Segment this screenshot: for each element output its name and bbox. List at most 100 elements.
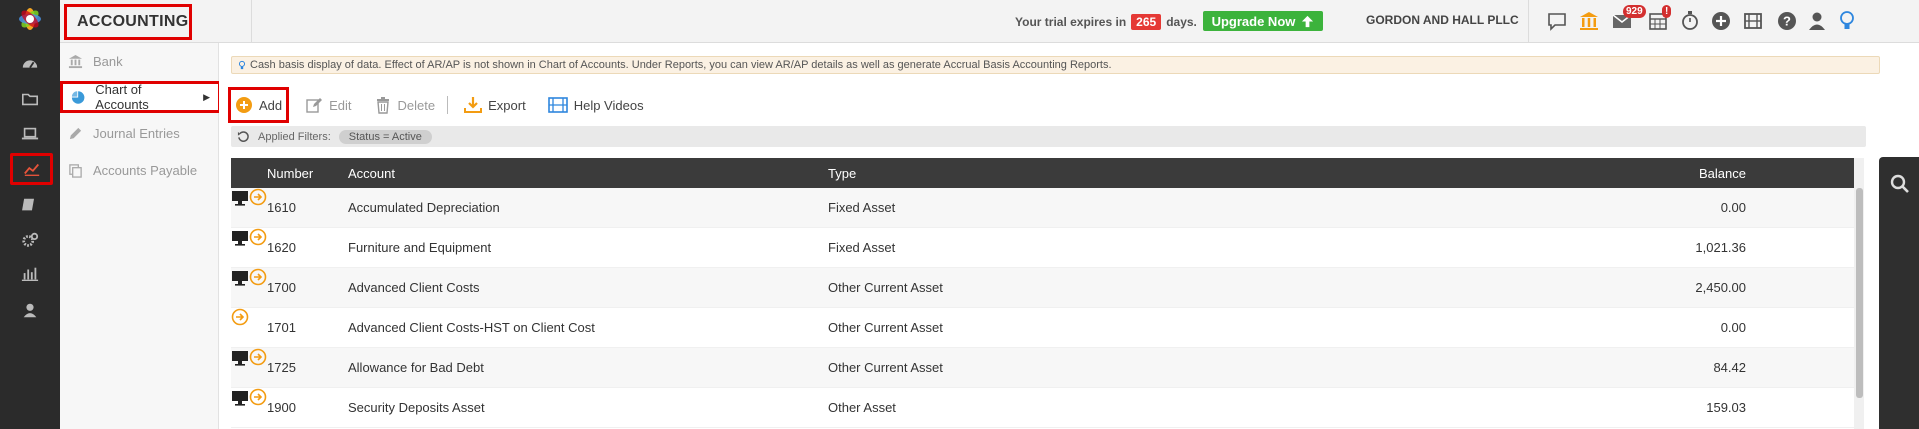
filter-chip-status[interactable]: Status = Active [338,129,432,144]
subnav-item-journal-entries[interactable]: Journal Entries [60,118,219,148]
cell-account: Advanced Client Costs [348,280,480,295]
folder-icon[interactable] [17,87,43,111]
dashboard-icon[interactable] [17,52,43,76]
add-button[interactable]: Add [228,87,290,123]
column-header-type[interactable]: Type [828,166,856,181]
caret-right-icon: ▶ [203,91,210,102]
subnav-label: Chart of Accounts [95,82,149,112]
edit-button[interactable]: Edit [299,89,357,121]
bank-icon[interactable] [1576,9,1602,33]
top-header: ACCOUNTING Your trial expires in 265 day… [60,0,1919,43]
cell-account: Allowance for Bad Debt [348,360,484,375]
delete-button[interactable]: Delete [368,89,442,121]
add-circle-icon[interactable] [1708,9,1734,33]
arrow-circle-right-icon[interactable] [231,308,249,326]
app-root: ACCOUNTING Your trial expires in 265 day… [0,0,1919,429]
table-row[interactable]: 1725 Allowance for Bad Debt Other Current … [231,348,1854,388]
cell-balance: 1,021.36 [1695,240,1746,255]
grid-toolbar: Add Edit Delete Export Help Videos [228,87,660,123]
firm-name: GORDON AND HALL PLLC [1366,13,1519,27]
laptop-icon[interactable] [17,122,43,146]
grid-body: 1610 Accumulated Depreciation Fixed Asset 0… [231,188,1854,428]
column-header-balance[interactable]: Balance [1699,166,1746,181]
chat-icon[interactable] [1544,9,1570,33]
arrow-circle-right-icon[interactable] [249,388,267,406]
add-label: Add [259,97,283,113]
export-label: Export [488,97,526,113]
bank-icon [68,54,83,68]
monitor-icon [232,391,248,406]
cell-number: 1701 [267,320,296,335]
subnav-item-bank[interactable]: Bank [60,46,219,76]
table-row[interactable]: 1620 Furniture and Equipment Fixed Asset 1,… [231,228,1854,268]
main-content: Cash basis display of data. Effect of AR… [219,43,1880,429]
cell-account: Security Deposits Asset [348,400,485,415]
applied-filters-bar: Applied Filters: Status = Active [231,126,1866,147]
cash-basis-info-bar: Cash basis display of data. Effect of AR… [231,56,1880,74]
export-button[interactable]: Export [458,89,532,121]
cell-type: Other Current Asset [828,360,943,375]
arrow-circle-right-icon[interactable] [249,228,267,246]
calendar-icon[interactable]: ! [1645,5,1672,33]
monitor-icon [232,191,248,206]
subnav-label: Bank [93,53,123,69]
timer-icon[interactable] [1677,9,1703,33]
cell-type: Fixed Asset [828,240,896,255]
lightbulb-icon[interactable] [1834,9,1860,33]
edit-label: Edit [329,97,352,113]
film-icon [547,97,568,113]
cell-type: Other Current Asset [828,320,943,335]
copy-icon [69,163,82,178]
lightbulb-icon [238,60,246,69]
trial-suffix: days. [1166,15,1197,29]
help-icon[interactable]: ? [1774,9,1800,33]
book-icon[interactable] [17,193,43,217]
cell-number: 1610 [267,200,296,215]
arrow-circle-right-icon[interactable] [249,268,267,286]
subnav-label: Accounts Payable [93,162,198,178]
help-videos-button[interactable]: Help Videos [542,89,650,121]
cell-balance: 0.00 [1720,320,1746,335]
person-icon[interactable] [17,298,43,322]
download-icon [464,97,483,113]
upgrade-now-button[interactable]: Upgrade Now [1203,11,1323,31]
applied-filters-label: Applied Filters: [258,130,331,143]
mail-icon[interactable]: 929 [1609,5,1646,33]
column-header-number[interactable]: Number [267,166,313,181]
header-divider [251,0,252,43]
cell-type: Other Current Asset [828,280,943,295]
info-text: Cash basis display of data. Effect of AR… [250,59,1112,71]
help-videos-label: Help Videos [573,97,644,113]
search-panel-tab[interactable] [1879,157,1919,429]
calendar-badge: ! [1662,5,1672,18]
grid-scrollbar-thumb[interactable] [1856,188,1863,398]
mail-badge: 929 [1623,5,1646,18]
pie-chart-icon [71,90,85,104]
settings-icon[interactable] [17,228,43,252]
table-row[interactable]: 1700 Advanced Client Costs Other Current A… [231,268,1854,308]
cell-number: 1900 [267,400,296,415]
arrow-circle-right-icon[interactable] [249,348,267,366]
reports-icon[interactable] [17,262,43,286]
arrow-circle-right-icon[interactable] [249,188,267,206]
monitor-icon [232,351,248,366]
header-divider-right [1528,0,1529,43]
subnav-label: Journal Entries [93,125,180,141]
subnav-item-chart-of-accounts[interactable]: Chart of Accounts ▶ [60,81,221,113]
cell-number: 1620 [267,240,296,255]
video-icon[interactable] [1740,9,1766,33]
cell-account: Furniture and Equipment [348,240,492,255]
user-icon[interactable] [1804,9,1830,33]
grid-header: Number Account Type Balance [231,158,1854,188]
chart-line-icon[interactable] [10,153,53,185]
column-header-account[interactable]: Account [348,166,395,181]
subnav-item-accounts-payable[interactable]: Accounts Payable [60,155,219,185]
upgrade-label: Upgrade Now [1211,13,1296,29]
table-row[interactable]: 1900 Security Deposits Asset Other Asset 15… [231,388,1854,428]
reset-icon[interactable] [237,130,250,143]
toolbar-separator [447,96,449,114]
svg-text:?: ? [1783,14,1791,29]
app-logo-icon[interactable] [14,3,46,35]
table-row[interactable]: 1701 Advanced Client Costs-HST on Client … [231,308,1854,348]
table-row[interactable]: 1610 Accumulated Depreciation Fixed Asset 0… [231,188,1854,228]
